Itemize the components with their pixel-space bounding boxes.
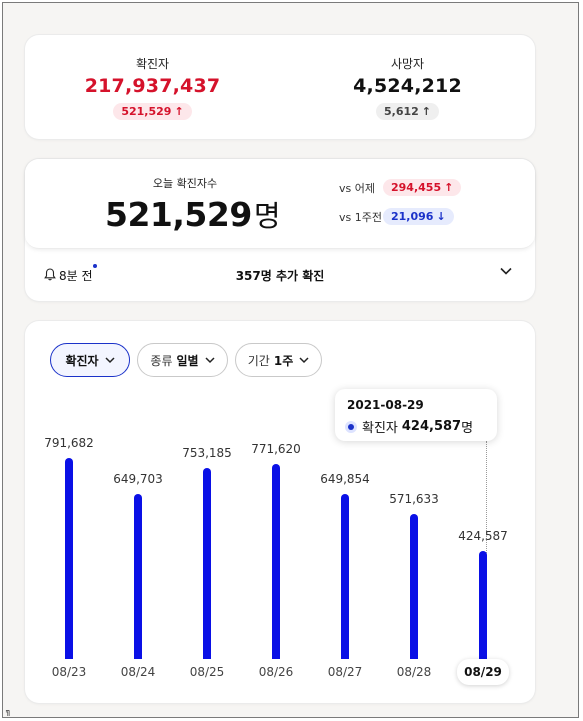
confirmed-delta: 521,529: [121, 105, 172, 118]
x-tick-label[interactable]: 08/29: [457, 659, 509, 685]
x-tick-label: 08/27: [327, 665, 363, 679]
today-value: 521,529: [105, 195, 252, 234]
resize-grip-icon: ╗: [6, 707, 11, 716]
chart-tooltip: 2021-08-29 확진자 424,587 명: [335, 389, 497, 441]
vs-week: vs 1주전 21,096 ↓: [339, 208, 454, 225]
page-frame: 확진자 217,937,437 521,529 ↑ 사망자 4,524,212 5…: [2, 2, 579, 718]
chart-card: 확진자 종류 일별 기간 1주 2021-08-29 확진자 424,587 명…: [25, 321, 535, 703]
confirmed-stat: 확진자 217,937,437 521,529 ↑: [25, 35, 280, 120]
kind-filter-value: 일별: [176, 353, 199, 368]
arrow-up-icon: ↑: [444, 181, 454, 194]
vs-week-badge: 21,096 ↓: [383, 208, 454, 225]
vs-yesterday-badge: 294,455 ↑: [383, 179, 462, 196]
bar-value-label: 649,854: [320, 472, 370, 486]
tooltip-series: 확진자: [362, 421, 398, 436]
x-tick-label: 08/28: [396, 665, 432, 679]
x-tick-label: 08/25: [189, 665, 225, 679]
metric-filter[interactable]: 확진자: [50, 343, 130, 377]
chevron-down-icon: [205, 357, 215, 364]
tooltip-unit: 명: [461, 421, 474, 436]
deaths-stat: 사망자 4,524,212 5,612 ↑: [280, 35, 535, 120]
x-tick-label: 08/23: [51, 665, 87, 679]
bar-value-label: 424,587: [458, 529, 508, 543]
deaths-delta: 5,612: [383, 105, 419, 118]
x-tick-label: 08/26: [258, 665, 294, 679]
vs-week-value: 21,096: [391, 210, 434, 223]
bar-08-25[interactable]: [203, 468, 211, 659]
bar-value-label: 771,620: [251, 442, 301, 456]
kind-filter[interactable]: 종류 일별: [137, 343, 228, 377]
deaths-delta-badge: 5,612 ↑: [375, 103, 439, 120]
confirmed-total: 217,937,437: [84, 75, 221, 97]
bar-08-24[interactable]: [134, 494, 142, 659]
update-notice[interactable]: 8분 전 357명 추가 확진: [25, 255, 535, 301]
bar-08-23[interactable]: [65, 458, 73, 659]
chevron-down-icon[interactable]: [499, 264, 513, 278]
today-summary: 오늘 확진자수 521,529명 vs 어제 294,455 ↑ vs 1주전 2…: [25, 159, 535, 249]
vs-yesterday-label: vs 어제: [339, 181, 375, 195]
arrow-down-icon: ↓: [436, 210, 446, 223]
vs-yesterday-value: 294,455: [391, 181, 442, 194]
deaths-total: 4,524,212: [353, 75, 462, 97]
kind-filter-label: 종류: [150, 353, 173, 368]
bar-08-26[interactable]: [272, 464, 280, 659]
today-label: 오늘 확진자수: [152, 177, 218, 190]
today-card: 오늘 확진자수 521,529명 vs 어제 294,455 ↑ vs 1주전 2…: [25, 159, 535, 301]
bar-value-label: 753,185: [182, 446, 232, 460]
chevron-down-icon: [105, 357, 115, 364]
bar-value-label: 649,703: [113, 472, 163, 486]
tooltip-value: 424,587: [401, 419, 462, 434]
vs-yesterday: vs 어제 294,455 ↑: [339, 179, 462, 196]
bar-value-label: 571,633: [389, 492, 439, 506]
totals-card: 확진자 217,937,437 521,529 ↑ 사망자 4,524,212 5…: [25, 35, 535, 139]
tooltip-date: 2021-08-29: [347, 398, 424, 412]
period-filter[interactable]: 기간 1주: [235, 343, 322, 377]
vs-week-label: vs 1주전: [339, 210, 382, 224]
today-count: 521,529명: [105, 193, 281, 235]
tooltip-row: 확진자 424,587 명: [345, 417, 473, 436]
metric-filter-label: 확진자: [65, 353, 99, 368]
x-tick-label: 08/24: [120, 665, 156, 679]
chevron-down-icon: [299, 357, 309, 364]
deaths-label: 사망자: [390, 57, 425, 71]
bar-08-28[interactable]: [410, 514, 418, 659]
bar-08-27[interactable]: [341, 494, 349, 659]
bar-value-label: 791,682: [44, 436, 94, 450]
confirmed-label: 확진자: [135, 57, 170, 71]
notice-extra: 357명 추가 확진: [235, 269, 325, 283]
period-filter-label: 기간: [247, 353, 270, 368]
series-marker-icon: [345, 420, 357, 433]
bar-08-29[interactable]: [479, 551, 487, 659]
arrow-up-icon: ↑: [421, 105, 431, 118]
period-filter-value: 1주: [273, 353, 294, 368]
today-unit: 명: [253, 199, 281, 233]
arrow-up-icon: ↑: [174, 105, 184, 118]
confirmed-delta-badge: 521,529 ↑: [113, 103, 192, 120]
